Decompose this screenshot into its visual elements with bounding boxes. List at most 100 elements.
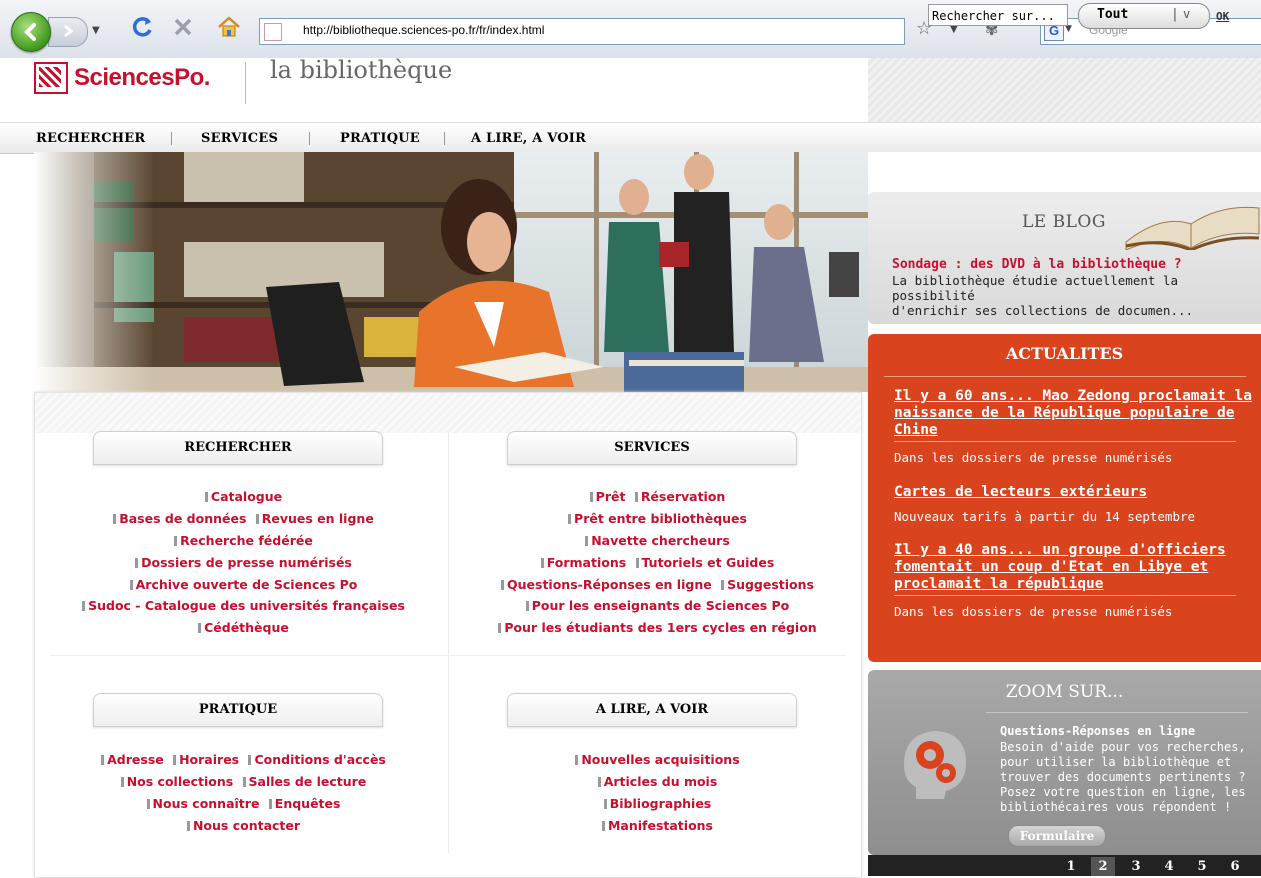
link-line: Nous contacter <box>35 818 447 833</box>
section-title-services: SERVICES <box>507 431 797 465</box>
site-subtitle: la bibliothèque <box>270 56 453 84</box>
nav-services[interactable]: SERVICES <box>201 131 278 146</box>
stop-icon[interactable] <box>170 14 196 40</box>
link-etudiants-1ers-cycles[interactable]: Pour les étudiants des 1ers cycles en ré… <box>493 620 816 635</box>
link-conditions-acces[interactable]: Conditions d'accès <box>243 752 385 767</box>
zoom-desc-line: bibliothécaires vous répondent ! <box>1000 800 1232 814</box>
link-line: Pour les étudiants des 1ers cycles en ré… <box>449 620 861 635</box>
blog-widget: LE BLOG Sondage : des DVD à la bibliothè… <box>868 192 1261 324</box>
link-line: Nouvelles acquisitions <box>449 752 861 767</box>
link-archive-ouverte[interactable]: Archive ouverte de Sciences Po <box>125 577 358 592</box>
link-dossiers-presse[interactable]: Dossiers de presse numérisés <box>130 555 352 570</box>
pager-page-6[interactable]: 6 <box>1223 857 1247 876</box>
news-title[interactable]: Il y a 60 ans... Mao Zedong proclamait l… <box>894 388 1254 439</box>
link-line: Nous connaître Enquêtes <box>35 796 447 811</box>
link-suggestions[interactable]: Suggestions <box>716 577 814 592</box>
back-button[interactable] <box>11 12 51 52</box>
search-ok-button[interactable]: OK <box>1216 10 1229 23</box>
news-desc: Nouveaux tarifs à partir du 14 septembre <box>894 509 1196 524</box>
link-nous-connaitre[interactable]: Nous connaître <box>142 796 260 811</box>
pager-page-4[interactable]: 4 <box>1157 857 1181 876</box>
link-tutoriels-guides[interactable]: Tutoriels et Guides <box>631 555 775 570</box>
news-item: Cartes de lecteurs extérieurs Nouveaux t… <box>894 484 1254 524</box>
content-panel: RECHERCHER Catalogue Bases de données Re… <box>34 392 862 878</box>
link-enseignants[interactable]: Pour les enseignants de Sciences Po <box>521 598 790 613</box>
link-manifestations[interactable]: Manifestations <box>597 818 713 833</box>
brand-name: SciencesPo. <box>74 64 210 91</box>
zoom-desc-line: pour utiliser la bibliothèque et <box>1000 755 1232 769</box>
link-adresse[interactable]: Adresse <box>96 752 164 767</box>
open-book-icon <box>1125 206 1260 250</box>
link-reservation[interactable]: Réservation <box>630 489 726 504</box>
link-line: Prêt Réservation <box>449 489 861 504</box>
link-line: Manifestations <box>449 818 861 833</box>
zoom-pager: 1 2 3 4 5 6 <box>868 855 1261 876</box>
address-bar[interactable]: http://bibliotheque.sciences-po.fr/fr/in… <box>259 18 905 45</box>
link-nous-contacter[interactable]: Nous contacter <box>182 818 300 833</box>
nav-pratique[interactable]: PRATIQUE <box>340 131 420 146</box>
forward-button[interactable] <box>48 17 88 47</box>
link-line: Pour les enseignants de Sciences Po <box>449 598 861 613</box>
pager-page-1[interactable]: 1 <box>1059 857 1083 876</box>
link-nouvelles-acquisitions[interactable]: Nouvelles acquisitions <box>570 752 739 767</box>
home-icon[interactable] <box>216 14 242 40</box>
link-catalogue[interactable]: Catalogue <box>200 489 282 504</box>
link-horaires[interactable]: Horaires <box>168 752 239 767</box>
news-rule <box>894 595 1236 596</box>
pager-page-2[interactable]: 2 <box>1091 857 1115 876</box>
search-scope-select[interactable]: Tout | v <box>1078 3 1210 29</box>
zoom-rule <box>986 712 1248 713</box>
blog-post-title[interactable]: Sondage : des DVD à la bibliothèque ? <box>892 257 1182 272</box>
actualites-title: ACTUALITES <box>1005 344 1124 363</box>
link-pret[interactable]: Prêt <box>585 489 626 504</box>
link-line: Catalogue <box>35 489 447 504</box>
link-articles-du-mois[interactable]: Articles du mois <box>593 774 718 789</box>
link-nos-collections[interactable]: Nos collections <box>116 774 233 789</box>
zoom-item-desc: Besoin d'aide pour vos recherches, pour … <box>1000 740 1261 815</box>
section-title-pratique: PRATIQUE <box>93 693 383 727</box>
sciencespo-logo[interactable]: SciencesPo. <box>34 58 210 98</box>
news-desc: Dans les dossiers de presse numérisés <box>894 604 1173 619</box>
site-search-input[interactable]: Rechercher sur... <box>928 4 1068 26</box>
link-sudoc[interactable]: Sudoc - Catalogue des universités frança… <box>77 598 405 613</box>
link-line: Cédéthèque <box>35 620 447 635</box>
zoom-desc-line: Besoin d'aide pour vos recherches, <box>1000 740 1246 754</box>
nav-rechercher[interactable]: RECHERCHER <box>36 131 145 146</box>
link-line: Formations Tutoriels et Guides <box>449 555 861 570</box>
hero-fade <box>34 152 154 392</box>
link-salles-lecture[interactable]: Salles de lecture <box>238 774 367 789</box>
link-questions-reponses[interactable]: Questions-Réponses en ligne <box>496 577 712 592</box>
pager-page-5[interactable]: 5 <box>1190 857 1214 876</box>
link-bibliographies[interactable]: Bibliographies <box>599 796 712 811</box>
scope-dropdown-icon: v <box>1183 7 1191 21</box>
browser-toolbar: ▼ http://bibliotheque.sciences-po.fr/fr/… <box>0 0 1261 59</box>
news-title[interactable]: Cartes de lecteurs extérieurs <box>894 484 1254 501</box>
link-cedetheque[interactable]: Cédéthèque <box>193 620 289 635</box>
nav-a-lire-a-voir[interactable]: A LIRE, A VOIR <box>471 131 586 146</box>
zoom-item-title[interactable]: Questions-Réponses en ligne <box>1000 724 1195 738</box>
news-title[interactable]: Il y a 40 ans... un groupe d'officiers f… <box>894 542 1254 593</box>
link-line: Prêt entre bibliothèques <box>449 511 861 526</box>
link-line: Navette chercheurs <box>449 533 861 548</box>
link-pret-entre-bibliotheques[interactable]: Prêt entre bibliothèques <box>563 511 747 526</box>
search-scope-value: Tout <box>1097 7 1129 22</box>
header-separator <box>245 62 246 104</box>
link-line: Recherche fédérée <box>35 533 447 548</box>
link-navette-chercheurs[interactable]: Navette chercheurs <box>580 533 730 548</box>
link-line: Bases de données Revues en ligne <box>35 511 447 526</box>
pager-page-3[interactable]: 3 <box>1124 857 1148 876</box>
link-recherche-federee[interactable]: Recherche fédérée <box>169 533 313 548</box>
zoom-widget: ZOOM SUR... Questions-Réponses en ligne … <box>868 670 1261 855</box>
nav-divider <box>171 132 172 145</box>
history-dropdown-icon[interactable]: ▼ <box>92 25 100 36</box>
blog-post-excerpt: La bibliothèque étudie actuellement la p… <box>892 273 1261 318</box>
link-enquetes[interactable]: Enquêtes <box>264 796 341 811</box>
formulaire-button[interactable]: Formulaire <box>1008 825 1106 847</box>
reload-icon[interactable] <box>130 14 156 40</box>
main-nav: RECHERCHER SERVICES PRATIQUE A LIRE, A V… <box>0 122 1261 154</box>
news-desc: Dans les dossiers de presse numérisés <box>894 450 1173 465</box>
header-search-area <box>868 58 1261 122</box>
link-bases-de-donnees[interactable]: Bases de données <box>108 511 246 526</box>
link-revues-en-ligne[interactable]: Revues en ligne <box>251 511 374 526</box>
link-formations[interactable]: Formations <box>536 555 626 570</box>
